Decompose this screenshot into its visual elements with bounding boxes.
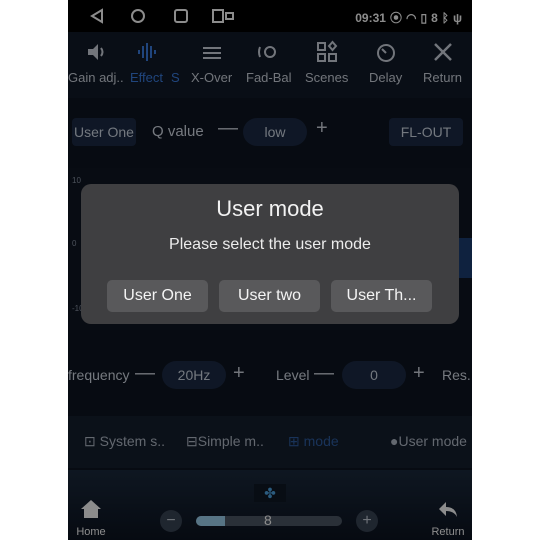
user-three-button[interactable]: User Th... bbox=[331, 280, 432, 312]
dialog-message: Please select the user mode bbox=[169, 236, 371, 253]
head-unit-screen: 09:31 ⦿ ◠ ▯ 8 ᛒ ψ Gain adj.. Effect S X-… bbox=[68, 0, 472, 540]
user-two-button[interactable]: User two bbox=[219, 280, 320, 312]
dialog-title: User mode bbox=[216, 196, 324, 221]
user-one-button[interactable]: User One bbox=[107, 280, 208, 312]
user-mode-dialog: User mode Please select the user mode Us… bbox=[81, 184, 459, 324]
